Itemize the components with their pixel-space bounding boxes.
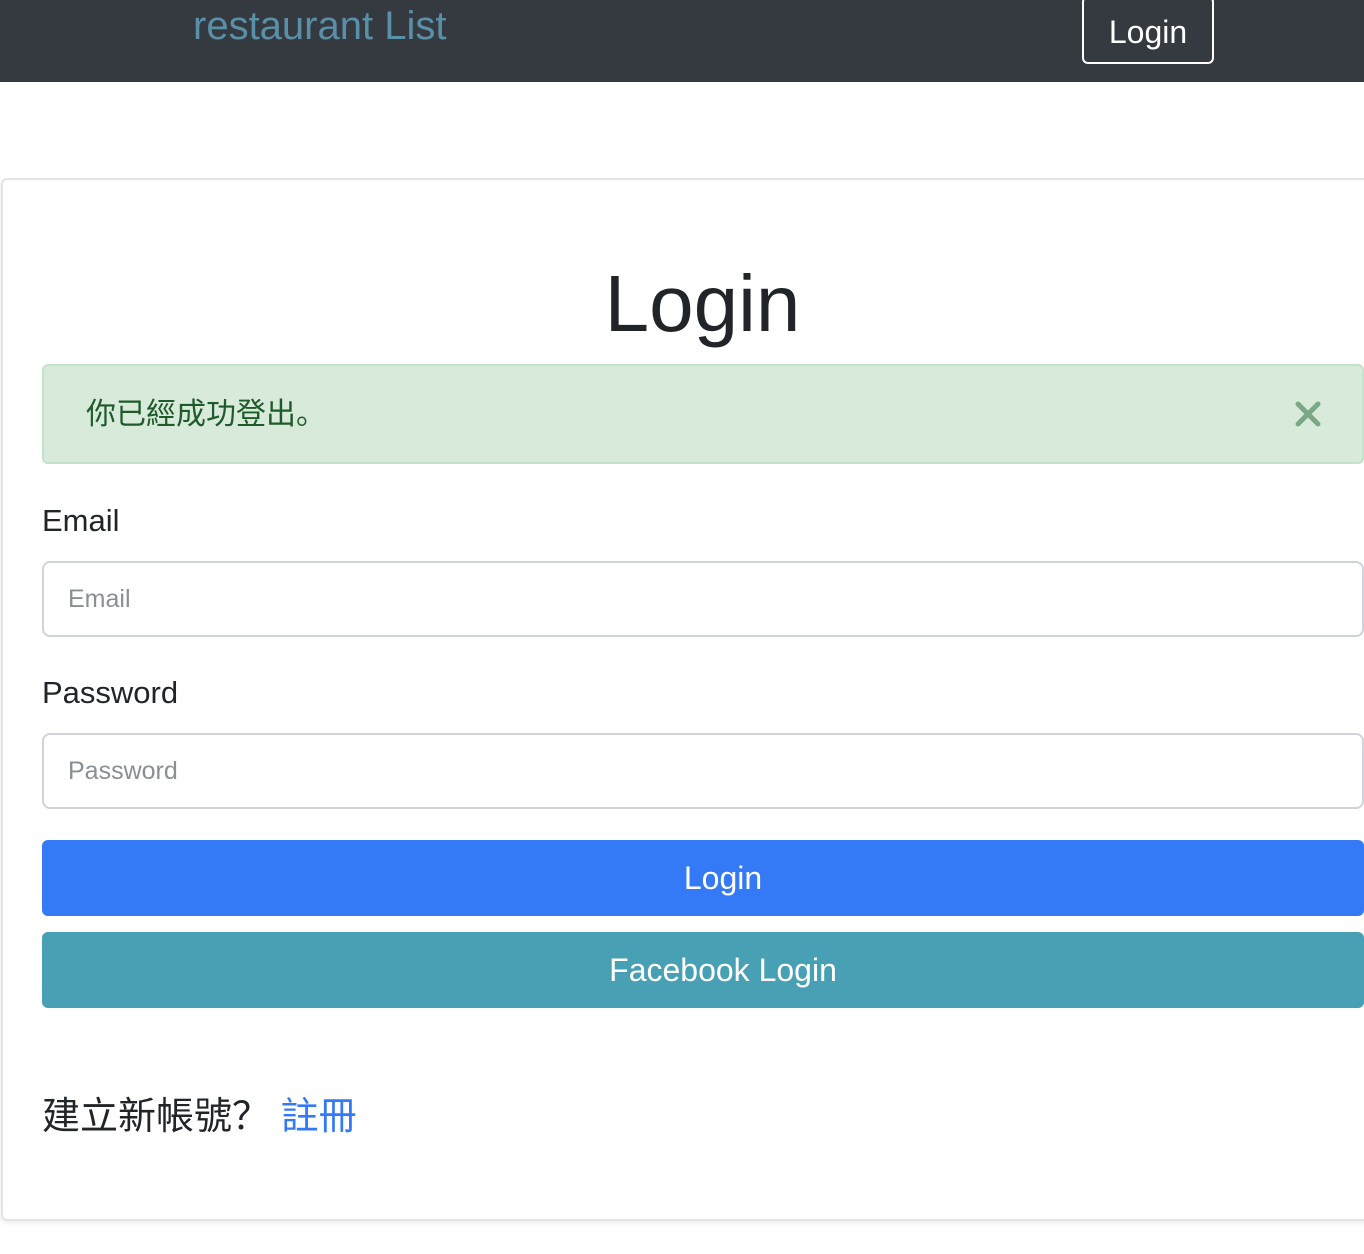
login-submit-label: Login <box>683 859 763 896</box>
email-field[interactable] <box>42 561 1364 637</box>
navbar-login-button[interactable]: Login <box>1082 0 1214 64</box>
navbar-brand[interactable]: restaurant List <box>193 2 446 50</box>
register-link[interactable]: 註冊 <box>281 1096 357 1138</box>
navbar: restaurant List Login <box>0 0 1364 82</box>
alert-message: 你已經成功登出。 <box>86 398 326 431</box>
email-label: Email <box>42 503 120 538</box>
page-title: Login <box>604 259 801 348</box>
login-submit-button[interactable]: Login <box>42 840 1364 916</box>
facebook-login-label: Facebook Login <box>609 951 837 988</box>
close-icon[interactable] <box>1288 394 1328 434</box>
password-label: Password <box>42 675 179 710</box>
facebook-login-button[interactable]: Facebook Login <box>42 932 1364 1008</box>
signup-prompt: 建立新帳號？ <box>42 1096 271 1138</box>
logout-success-alert: 你已經成功登出。 <box>42 364 1364 464</box>
password-field[interactable] <box>42 733 1364 809</box>
signup-row: 建立新帳號？ 註冊 <box>42 1092 357 1142</box>
